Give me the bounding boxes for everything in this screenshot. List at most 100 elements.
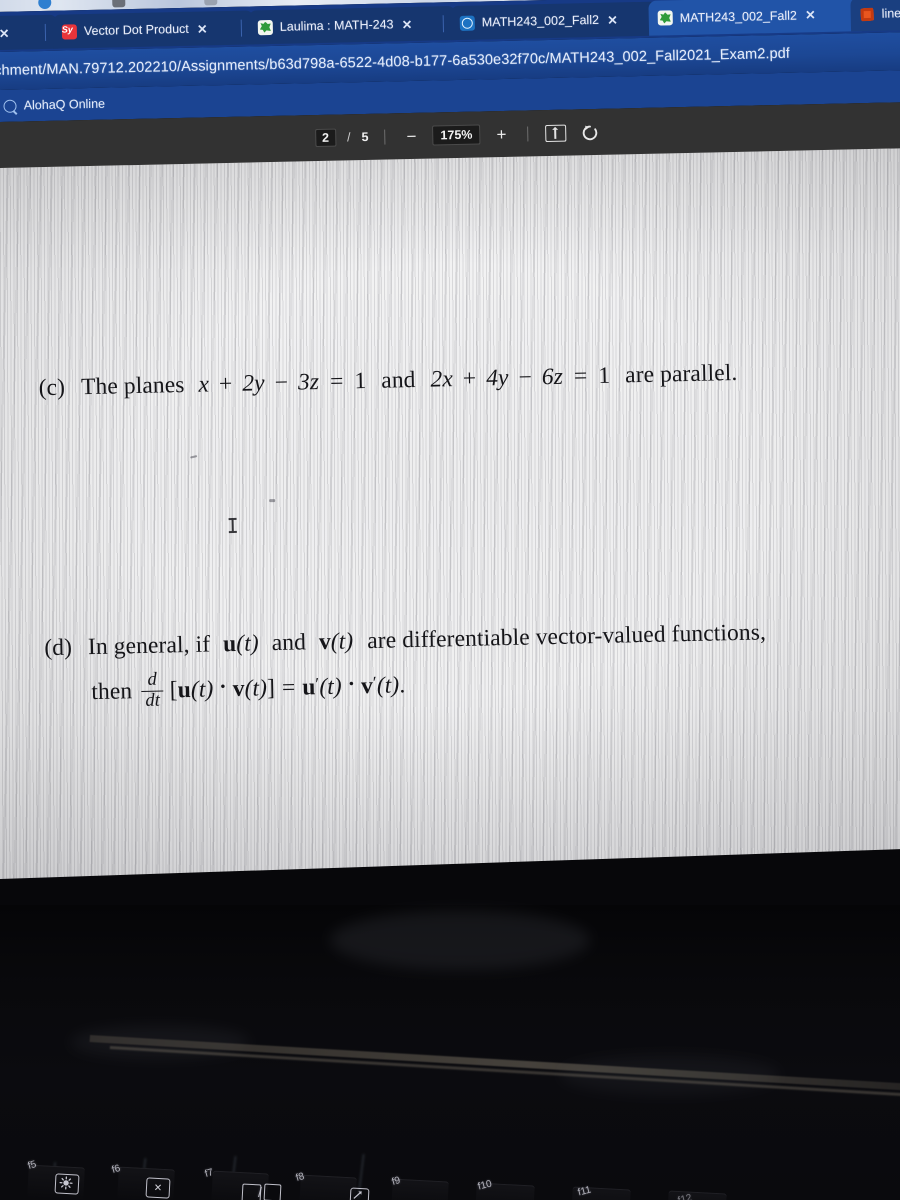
dot-product-operator: •: [220, 679, 226, 696]
fraction-numerator: d: [147, 670, 158, 691]
item-d-vt2: (t): [244, 675, 268, 703]
item-d-vprime: v: [360, 673, 374, 700]
function-key-label: f5: [26, 1159, 38, 1172]
item-c-eq1-b: 2y: [242, 370, 265, 397]
item-d-bracket-close: ]: [266, 675, 276, 702]
toolbar-divider: [527, 125, 529, 141]
mute-icon: ✕: [145, 1177, 171, 1199]
item-d-line-1: (d) In general, if u(t) and v(t) are dif…: [44, 612, 900, 665]
display-switch-icon-2: [263, 1183, 282, 1200]
item-c-eq2-b: 4y: [485, 364, 509, 392]
item-c-eq2-c: 6z: [541, 363, 564, 391]
globe-icon: [459, 15, 475, 31]
function-key-label: f7: [203, 1167, 215, 1180]
pdf-page-separator: /: [346, 130, 351, 145]
page-speck: [269, 499, 276, 503]
item-d-and: and: [271, 629, 307, 657]
screen-moire-overlay-2: [0, 146, 900, 937]
item-d-label: (d): [44, 634, 73, 662]
fit-page-button[interactable]: [544, 123, 567, 143]
item-d-u: u: [222, 630, 237, 658]
item-c-eq1-op1: +: [218, 370, 233, 398]
item-d-line1-a: In general, if: [87, 631, 211, 661]
item-c-label: (c): [38, 374, 66, 402]
zoom-out-button[interactable]: −: [401, 126, 421, 146]
tab-close-icon[interactable]: ✕: [804, 7, 817, 22]
item-c-eq1-op2: −: [274, 369, 289, 397]
item-c-conjunction: and: [380, 366, 416, 394]
zoom-in-button[interactable]: +: [491, 124, 511, 144]
browser-tab-2[interactable]: Laulima : MATH-243 ✕: [248, 5, 457, 45]
function-key-label: f8: [294, 1171, 306, 1184]
pdf-page-2: (c) The planes x + 2y − 3z = 1 and 2x + …: [0, 146, 900, 937]
fraction-denominator: dt: [141, 690, 165, 711]
rotate-button[interactable]: [577, 122, 601, 143]
tab-close-icon[interactable]: ✕: [196, 21, 209, 36]
tab-close-icon[interactable]: ✕: [606, 12, 619, 27]
tab-title: MATH243_002_Fall2: [679, 8, 798, 25]
screen-moire-overlay: [0, 146, 900, 937]
tab-title: MATH243_002_Fall2: [481, 12, 600, 30]
exam-item-d: (d) In general, if u(t) and v(t) are dif…: [44, 612, 900, 713]
browser-window: NO ✕ Sy Vector Dot Product ✕ Laulima : M…: [0, 0, 900, 937]
rotate-icon: [582, 125, 597, 140]
function-key-label: f9: [390, 1175, 402, 1188]
item-d-uprime: u: [302, 674, 316, 701]
laulima-leaf-icon: [257, 19, 274, 35]
browser-tab-4-active[interactable]: MATH243_002_Fall2 ✕: [648, 0, 863, 36]
fit-page-icon: [544, 124, 567, 142]
item-d-u2: u: [177, 677, 192, 704]
item-c-eq2-equals: =: [573, 363, 588, 390]
item-d-vt: (t): [330, 628, 354, 655]
item-c-eq2-a: 2x: [430, 366, 454, 393]
item-c-eq1-a: x: [198, 371, 210, 398]
bookmark-alohaq-online[interactable]: AlohaQ Online: [3, 96, 106, 113]
desktop-icon-2: [38, 0, 52, 10]
item-d-v2: v: [232, 676, 245, 703]
function-key-label: f6: [110, 1163, 122, 1176]
item-d-uprime-t: (t): [319, 674, 343, 701]
item-c-eq1-equals: =: [329, 368, 344, 395]
laulima-leaf-icon: [657, 10, 673, 26]
zoom-level-value[interactable]: 175%: [432, 124, 481, 146]
item-d-vprime-t: (t): [376, 672, 400, 700]
dot-product-operator: •: [348, 676, 355, 693]
keyboard-backlight-icon: [54, 1173, 80, 1195]
item-c-eq2-op2: −: [518, 364, 533, 391]
desktop-icon-4: [204, 0, 218, 6]
item-c-eq1-rhs: 1: [354, 368, 367, 395]
item-d-line-2: then d dt [ u (t) • v (t) ] = u ′ (t) • v ′: [91, 655, 900, 713]
item-d-then: then: [91, 678, 133, 706]
tab-close-icon[interactable]: ✕: [400, 16, 413, 31]
photo-vignette: [0, 146, 900, 937]
browser-tab-3[interactable]: MATH243_002_Fall2 ✕: [450, 1, 659, 41]
tab-close-icon[interactable]: ✕: [0, 25, 11, 40]
tab-title: Laulima : MATH-243: [279, 17, 394, 34]
toolbar-divider: [384, 129, 386, 145]
item-d-line1-b: are differentiable vector-valued functio…: [366, 619, 767, 655]
symbolab-icon: Sy: [61, 23, 78, 40]
pdf-viewer: 2 / 5 − 175% + (c) The planes x + 2y − 3…: [0, 101, 900, 937]
browser-tab-5[interactable]: linear alg: [850, 0, 900, 32]
item-c-eq1-c: 3z: [297, 369, 320, 396]
item-d-ut2: (t): [190, 676, 214, 704]
pdf-current-page-input[interactable]: 2: [314, 128, 337, 148]
pdf-total-pages: 5: [361, 129, 369, 145]
bookmark-label: AlohaQ Online: [23, 96, 106, 113]
item-c-eq2-rhs: 1: [598, 362, 611, 389]
deck-reflection: [330, 910, 590, 970]
screen-share-icon: [349, 1187, 370, 1200]
function-key-f8[interactable]: [299, 1174, 357, 1200]
keyboard-function-row: f5 f6 ✕ f7 / f8 f9 f10 f11 f12: [0, 1140, 900, 1200]
item-d-equals: =: [281, 675, 296, 702]
exam-item-c: (c) The planes x + 2y − 3z = 1 and 2x + …: [38, 353, 900, 406]
laptop-screen-photo: NO ✕ Sy Vector Dot Product ✕ Laulima : M…: [0, 0, 900, 1200]
item-d-period: .: [399, 672, 406, 699]
browser-tab-1[interactable]: Sy Vector Dot Product ✕: [52, 10, 255, 49]
item-d-vprime-mark: ′: [372, 672, 377, 692]
derivative-fraction: d dt: [141, 670, 165, 711]
browser-tab-0[interactable]: NO ✕: [0, 14, 59, 51]
text-cursor-icon: [231, 517, 234, 533]
page-speck: [190, 455, 198, 459]
desktop-icon-3: [112, 0, 126, 8]
